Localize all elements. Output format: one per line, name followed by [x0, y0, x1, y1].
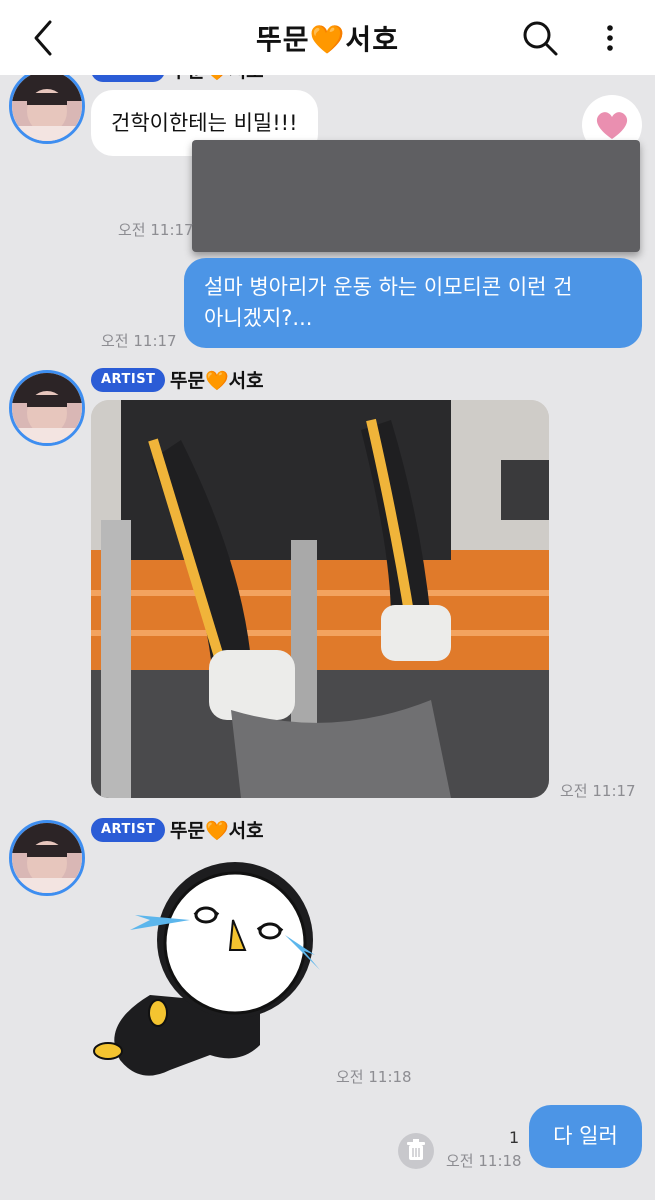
sender-name: 뚜문🧡서호 — [170, 820, 264, 842]
artist-badge: ARTIST — [91, 818, 166, 842]
penguin-sticker[interactable] — [90, 855, 325, 1085]
photo-message[interactable] — [91, 400, 549, 798]
message-text-line: 설마 병아리가 운동 하는 이모티콘 이런 건 — [204, 275, 573, 299]
message-time: 오전 11:17 — [118, 221, 194, 239]
message-time: 오전 11:18 — [336, 1068, 412, 1086]
top-bar: 뚜문🧡서호 — [0, 0, 655, 75]
trash-icon[interactable] — [398, 1133, 434, 1169]
outgoing-message-bubble[interactable]: 설마 병아리가 운동 하는 이모티콘 이런 건 아니겠지?... — [184, 258, 642, 348]
avatar[interactable] — [9, 820, 85, 896]
message-text-line: 아니겠지?... — [204, 306, 313, 330]
artist-badge: ARTIST — [91, 368, 166, 392]
avatar[interactable] — [9, 370, 85, 446]
avatar[interactable] — [9, 68, 85, 144]
more-vertical-icon[interactable] — [598, 18, 622, 58]
message-time: 오전 11:17 — [560, 782, 636, 800]
message-time: 오전 11:17 — [101, 332, 177, 350]
outgoing-message-bubble[interactable]: 다 일러 — [529, 1105, 642, 1168]
unread-count: 1 — [509, 1128, 520, 1147]
search-icon[interactable] — [520, 18, 560, 58]
redacted-area — [192, 140, 640, 252]
sender-name: 뚜문🧡서호 — [170, 370, 264, 392]
message-time: 오전 11:18 — [446, 1152, 522, 1170]
